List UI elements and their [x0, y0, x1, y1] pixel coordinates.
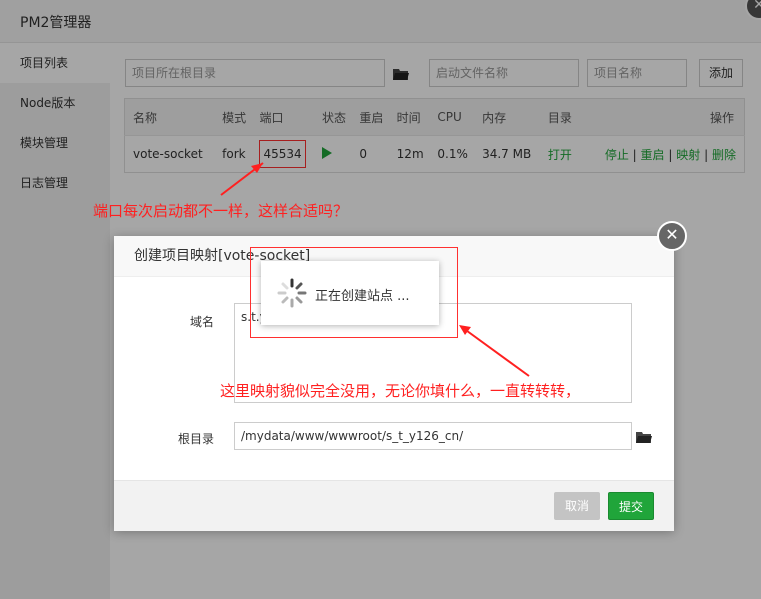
cancel-button[interactable]: 取消	[554, 492, 600, 520]
submit-button[interactable]: 提交	[608, 492, 654, 520]
root-dir-input[interactable]: /mydata/www/wwwroot/s_t_y126_cn/	[234, 422, 632, 450]
annotation-arrow-port	[220, 162, 264, 196]
annotation-arrow-mapping	[459, 325, 530, 377]
domain-label: 域名	[189, 315, 214, 329]
root-dir-folder-icon[interactable]	[636, 431, 652, 443]
root-dir-label: 根目录	[177, 432, 214, 446]
annotation-highlight-box	[250, 247, 458, 338]
dialog-close-icon[interactable]: ✕	[657, 221, 687, 251]
annotation-mapping-note: 这里映射貌似完全没用，无论你填什么，一直转转转，	[220, 382, 581, 400]
annotation-port-note: 端口每次启动都不一样，这样合适吗？	[93, 202, 349, 220]
dialog-footer: 取消 提交	[114, 480, 674, 531]
